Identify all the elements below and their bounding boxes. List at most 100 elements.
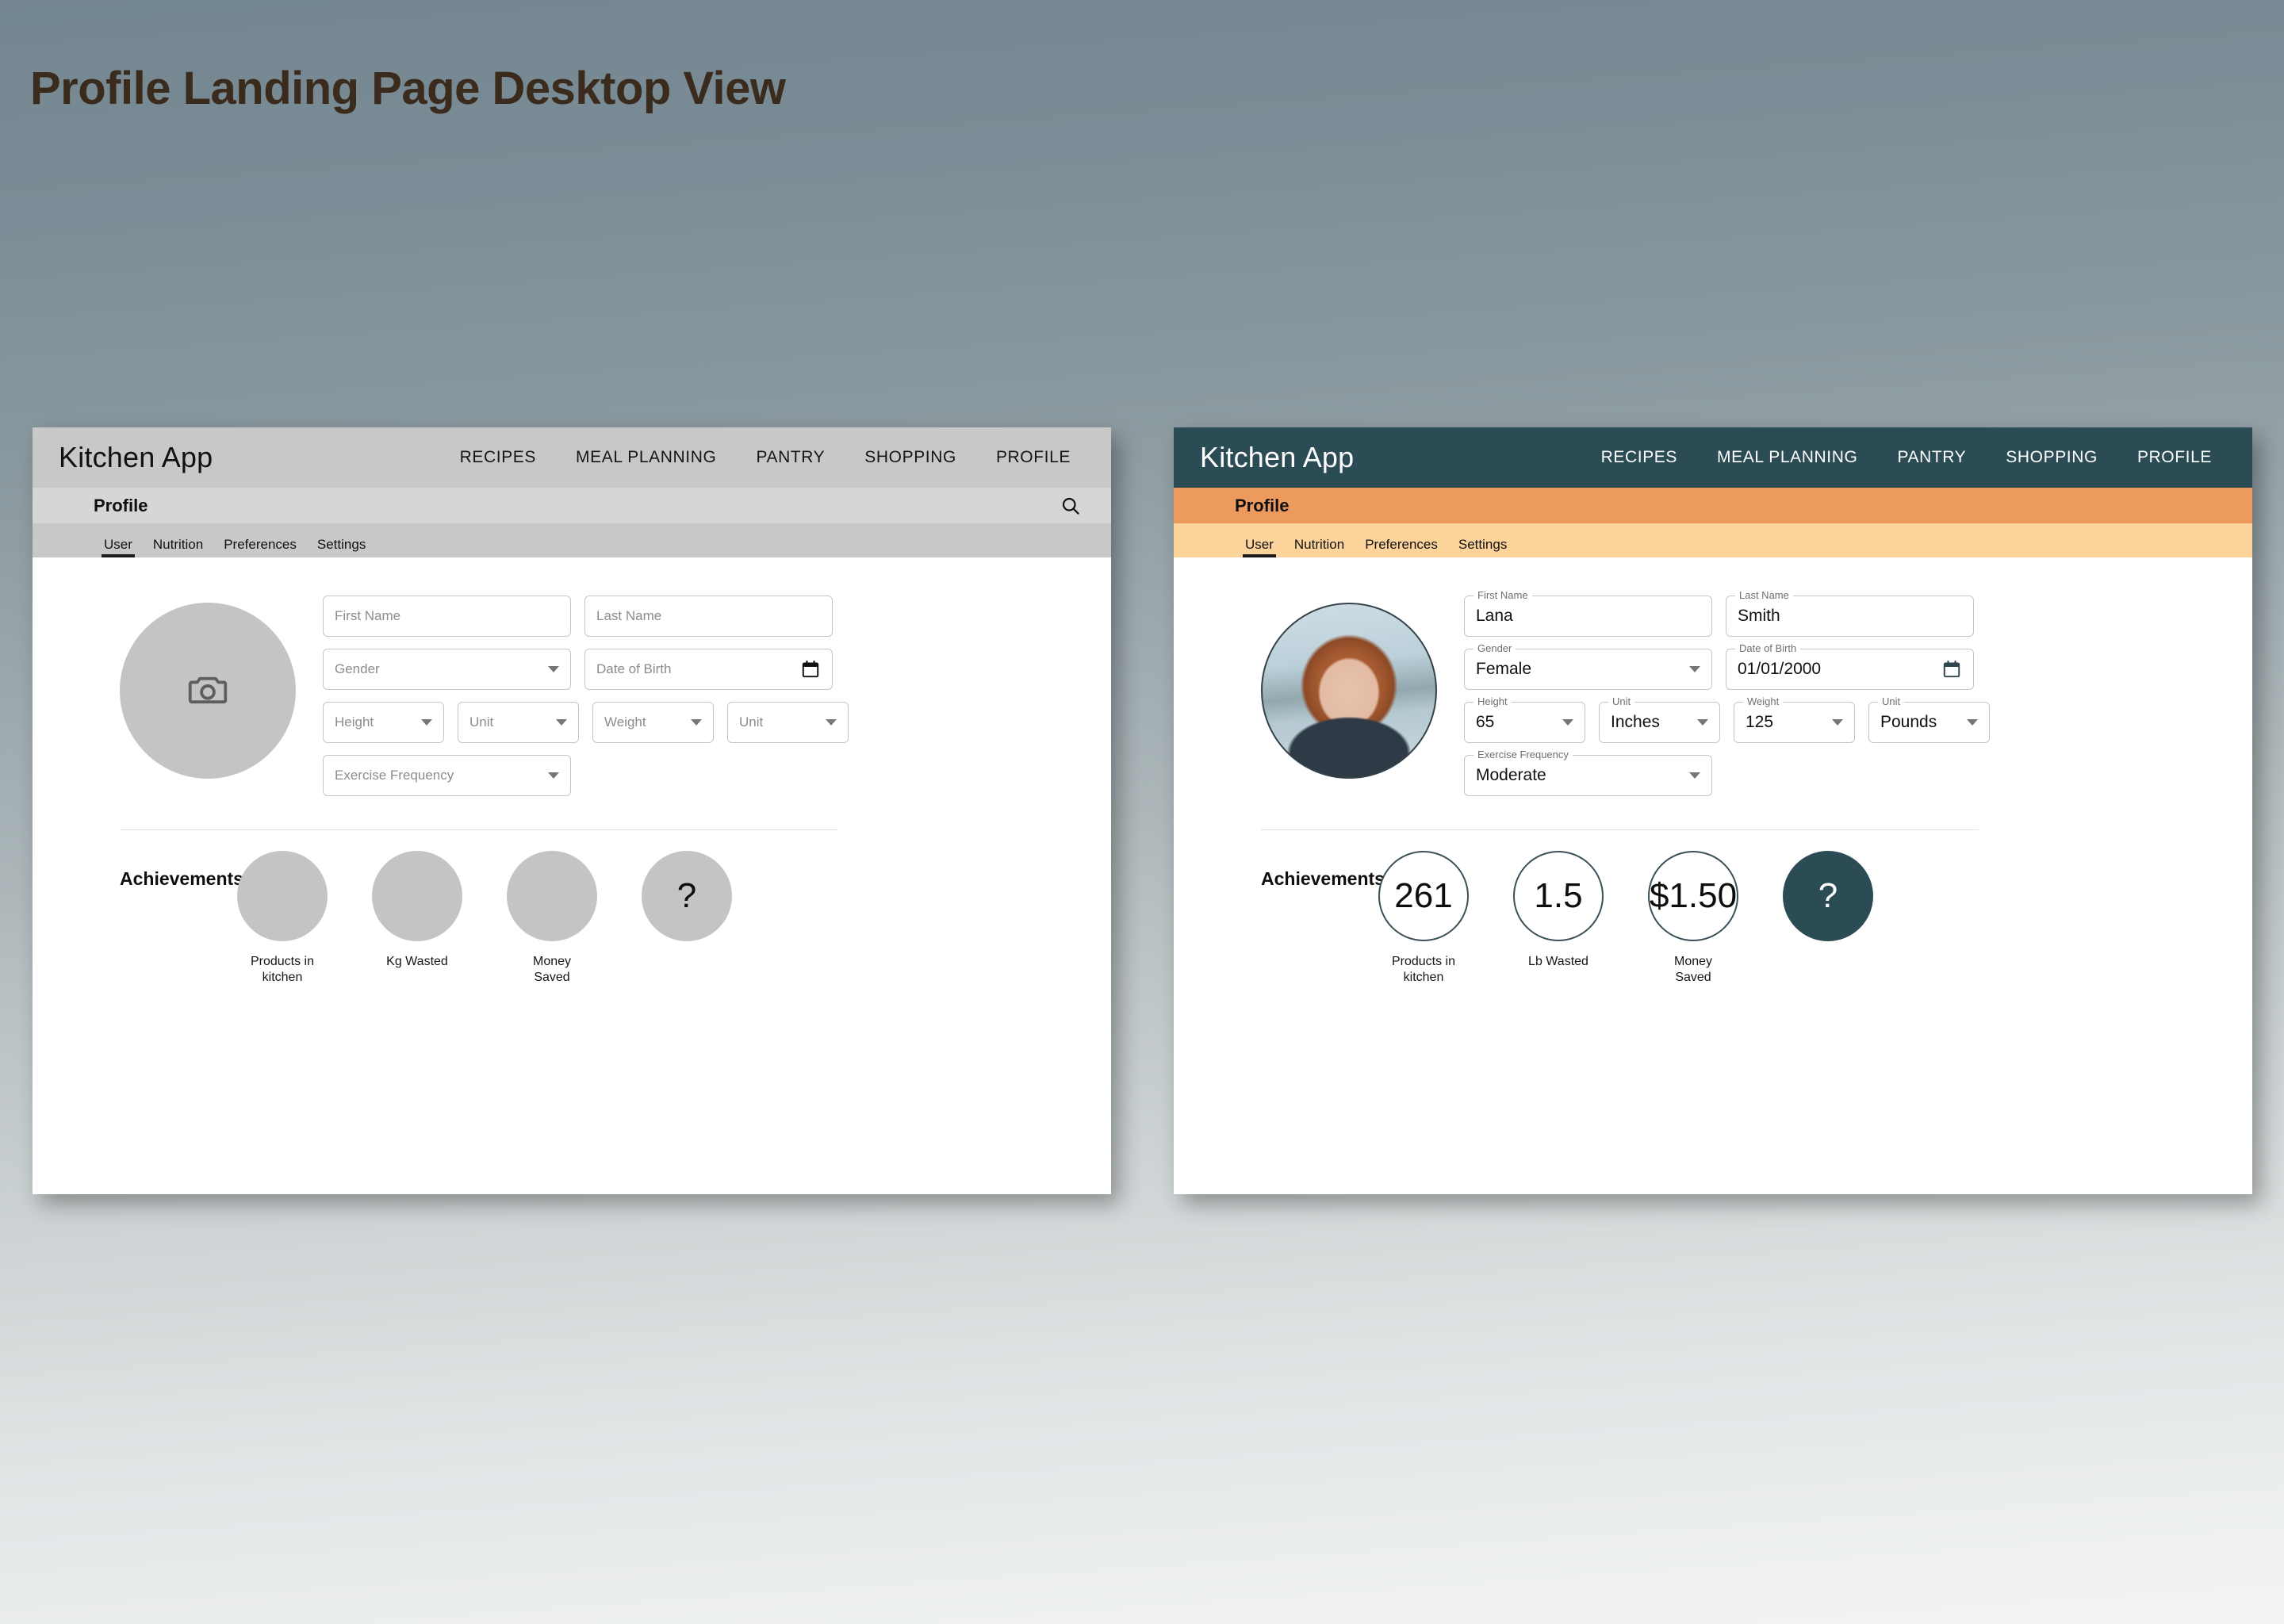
gender-field[interactable]: Gender <box>323 649 571 690</box>
achievement-circle[interactable]: 261 <box>1378 851 1469 941</box>
last-name-field[interactable]: Last Name <box>584 596 833 637</box>
height-unit-label: Unit <box>1608 695 1635 707</box>
primary-nav: RECIPES MEAL PLANNING PANTRY SHOPPING PROFIL… <box>1581 448 2252 467</box>
achievement-list: Products in kitchen Kg Wasted Money Saved? <box>215 851 754 986</box>
chevron-down-icon[interactable] <box>1689 666 1700 672</box>
achievement-item[interactable]: Money Saved <box>485 851 619 986</box>
chevron-down-icon[interactable] <box>1832 719 1843 726</box>
achievement-item[interactable]: Kg Wasted <box>350 851 485 986</box>
last-name-placeholder: Last Name <box>596 608 662 623</box>
first-name-field[interactable]: First Name Lana <box>1464 589 1712 637</box>
weight-unit-field[interactable]: Unit Pounds <box>1868 695 1990 743</box>
form-row: Exercise Frequency Moderate <box>1464 749 1990 796</box>
first-name-label: First Name <box>1473 589 1532 601</box>
achievement-circle[interactable] <box>372 851 462 941</box>
height-unit-field[interactable]: Unit <box>458 702 579 743</box>
tab-preferences[interactable]: Preferences <box>213 537 307 557</box>
tab-user[interactable]: User <box>1235 537 1284 557</box>
achievement-circle[interactable] <box>507 851 597 941</box>
weight-field[interactable]: Weight 125 <box>1734 695 1855 743</box>
achievements-title: Achievements <box>1261 868 1385 889</box>
chevron-down-icon[interactable] <box>1967 719 1978 726</box>
nav-item-pantry[interactable]: PANTRY <box>1877 448 1986 467</box>
tab-nutrition[interactable]: Nutrition <box>1284 537 1355 557</box>
weight-label: Weight <box>1743 695 1784 707</box>
nav-item-profile[interactable]: PROFILE <box>2117 448 2232 467</box>
first-name-field[interactable]: First Name <box>323 596 571 637</box>
section-title: Profile <box>94 495 148 515</box>
primary-nav: RECIPES MEAL PLANNING PANTRY SHOPPING PROFIL… <box>440 448 1111 467</box>
date-of-birth-field[interactable]: Date of Birth 01/01/2000 <box>1726 642 1974 690</box>
chevron-down-icon[interactable] <box>548 666 559 672</box>
tab-settings[interactable]: Settings <box>307 537 376 557</box>
nav-item-meal-planning[interactable]: MEAL PLANNING <box>1697 448 1877 467</box>
calendar-icon[interactable] <box>1941 659 1962 680</box>
last-name-field[interactable]: Last Name Smith <box>1726 589 1974 637</box>
calendar-icon[interactable] <box>800 659 821 680</box>
chevron-down-icon[interactable] <box>1697 719 1708 726</box>
achievement-label: Kg Wasted <box>386 955 448 968</box>
nav-item-meal-planning[interactable]: MEAL PLANNING <box>556 448 736 467</box>
chevron-down-icon[interactable] <box>691 719 702 726</box>
weight-field[interactable]: Weight <box>592 702 714 743</box>
achievement-item[interactable]: 1.5 Lb Wasted <box>1491 851 1626 986</box>
height-placeholder: Height <box>335 714 374 730</box>
nav-item-shopping[interactable]: SHOPPING <box>1986 448 2117 467</box>
gender-label: Gender <box>1473 642 1516 654</box>
height-label: Height <box>1473 695 1512 707</box>
chevron-down-icon[interactable] <box>548 772 559 779</box>
date-of-birth-placeholder: Date of Birth <box>596 661 672 676</box>
nav-item-profile[interactable]: PROFILE <box>976 448 1090 467</box>
chevron-down-icon[interactable] <box>556 719 567 726</box>
app-bar: Kitchen App RECIPES MEAL PLANNING PANTRY SHO… <box>1174 427 2252 488</box>
nav-item-recipes[interactable]: RECIPES <box>1581 448 1697 467</box>
avatar[interactable] <box>120 603 296 779</box>
tab-nutrition[interactable]: Nutrition <box>143 537 213 557</box>
mockup-card-wireframe: Kitchen App RECIPES MEAL PLANNING PANTRY SHO… <box>33 427 1111 1194</box>
height-field[interactable]: Height <box>323 702 444 743</box>
camera-icon <box>186 668 229 714</box>
achievement-circle[interactable]: ? <box>1783 851 1873 941</box>
nav-item-pantry[interactable]: PANTRY <box>736 448 845 467</box>
achievement-item[interactable]: ? <box>619 851 754 986</box>
nav-item-shopping[interactable]: SHOPPING <box>845 448 976 467</box>
achievement-circle[interactable]: 1.5 <box>1513 851 1604 941</box>
achievement-item[interactable]: 261 Products in kitchen <box>1356 851 1491 986</box>
tab-settings[interactable]: Settings <box>1448 537 1517 557</box>
achievement-circle[interactable]: $1.50 <box>1648 851 1738 941</box>
mockup-card-themed: Kitchen App RECIPES MEAL PLANNING PANTRY SHO… <box>1174 427 2252 1194</box>
achievement-item[interactable]: Products in kitchen <box>215 851 350 986</box>
achievement-item[interactable]: $1.50 Money Saved <box>1626 851 1761 986</box>
section-divider <box>120 829 837 830</box>
achievement-circle[interactable] <box>237 851 328 941</box>
profile-form: First Name Last Name Gender Date of Birth He… <box>323 589 849 796</box>
form-row: Gender Date of Birth <box>323 649 849 690</box>
exercise-frequency-field[interactable]: Exercise Frequency <box>323 755 571 796</box>
tab-user[interactable]: User <box>94 537 143 557</box>
avatar[interactable] <box>1261 603 1437 779</box>
chevron-down-icon[interactable] <box>826 719 837 726</box>
tab-bar: User Nutrition Preferences Settings <box>33 523 1111 557</box>
achievement-label: Money Saved <box>532 955 572 984</box>
height-unit-field[interactable]: Unit Inches <box>1599 695 1720 743</box>
achievement-circle[interactable]: ? <box>642 851 732 941</box>
section-title: Profile <box>1235 495 1290 515</box>
achievement-item[interactable]: ? <box>1761 851 1895 986</box>
search-icon[interactable] <box>1059 494 1083 518</box>
achievements-section: Achievements Products in kitchen Kg Wasted… <box>33 851 1111 986</box>
height-field[interactable]: Height 65 <box>1464 695 1585 743</box>
chevron-down-icon[interactable] <box>421 719 432 726</box>
date-of-birth-field[interactable]: Date of Birth <box>584 649 833 690</box>
chevron-down-icon[interactable] <box>1689 772 1700 779</box>
nav-item-recipes[interactable]: RECIPES <box>440 448 556 467</box>
weight-unit-field[interactable]: Unit <box>727 702 849 743</box>
date-of-birth-label: Date of Birth <box>1735 642 1801 654</box>
exercise-frequency-field[interactable]: Exercise Frequency Moderate <box>1464 749 1712 796</box>
weight-unit-placeholder: Unit <box>739 714 764 730</box>
weight-unit-label: Unit <box>1878 695 1905 707</box>
last-name-label: Last Name <box>1735 589 1793 601</box>
chevron-down-icon[interactable] <box>1562 719 1573 726</box>
tab-preferences[interactable]: Preferences <box>1355 537 1448 557</box>
section-divider <box>1261 829 1979 830</box>
gender-field[interactable]: Gender Female <box>1464 642 1712 690</box>
